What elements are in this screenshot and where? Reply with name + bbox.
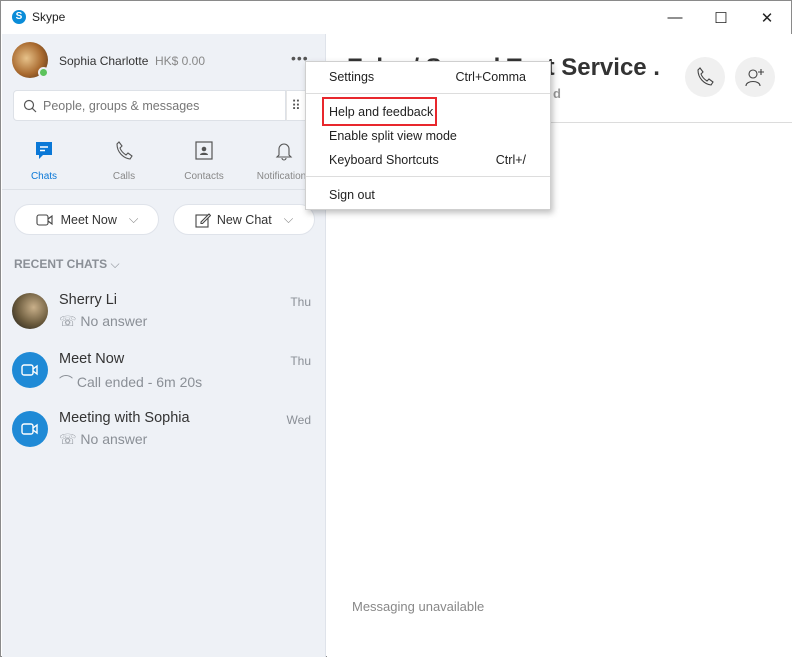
more-options-menu: Settings Ctrl+Comma Help and feedback En… [305, 61, 551, 210]
chat-icon [36, 142, 52, 159]
chat-name: Sherry Li [59, 292, 118, 308]
chat-status: ☏ No answer [59, 431, 147, 448]
menu-item-split-view[interactable]: Enable split view mode [329, 129, 457, 143]
recent-chats-header[interactable]: RECENT CHATS ⌵ [14, 257, 120, 272]
tab-label: Chats [30, 171, 58, 182]
call-button[interactable] [685, 57, 725, 97]
profile-name[interactable]: Sophia Charlotte [59, 54, 148, 68]
chat-status: ⌒ Call ended - 6m 20s [59, 372, 202, 392]
chat-list-item[interactable]: Meeting with Sophia ☏ No answer Wed [2, 410, 326, 470]
search-icon [23, 99, 37, 113]
bell-icon [275, 143, 293, 161]
meeting-avatar [12, 352, 48, 388]
call-ended-icon: ⌒ [59, 374, 73, 390]
chat-date: Thu [290, 295, 311, 309]
skype-credit[interactable]: HK$ 0.00 [155, 54, 205, 68]
menu-item-sign-out[interactable]: Sign out [329, 188, 375, 202]
dialpad-button[interactable]: ⠿ [286, 90, 306, 121]
skype-logo-icon: S [12, 10, 26, 24]
title-bar: S Skype — ☐ ✕ [1, 1, 791, 34]
chevron-down-icon: ⌵ [110, 257, 120, 271]
chat-status: ☏ No answer [59, 313, 147, 330]
phone-icon [697, 67, 714, 86]
chat-list-item[interactable]: Meet Now ⌒ Call ended - 6m 20s Thu [2, 351, 326, 411]
compose-icon [195, 212, 211, 228]
menu-separator [306, 93, 550, 94]
video-camera-icon [36, 213, 53, 226]
tab-chats[interactable]: Chats [4, 141, 84, 182]
chat-status-text: No answer [80, 313, 148, 329]
add-person-icon [745, 69, 764, 87]
chat-date: Thu [290, 354, 311, 368]
phone-icon [116, 141, 133, 160]
missed-call-icon: ☏ [59, 431, 77, 447]
window-title: Skype [32, 10, 66, 24]
contact-avatar [12, 293, 48, 329]
chat-status-text: No answer [80, 431, 148, 447]
menu-item-settings[interactable]: Settings [329, 70, 374, 84]
meet-now-button[interactable]: Meet Now ⌵ [14, 204, 159, 235]
chat-list-item[interactable]: Sherry Li ☏ No answer Thu [2, 292, 326, 352]
search-placeholder: People, groups & messages [43, 99, 200, 113]
chat-name: Meeting with Sophia [59, 410, 190, 426]
keyboard-shortcuts-shortcut: Ctrl+/ [495, 153, 526, 167]
tab-contacts[interactable]: Contacts [164, 141, 244, 182]
chat-status-text: Call ended - 6m 20s [76, 374, 203, 390]
menu-separator [306, 176, 550, 177]
conversation-subtitle: d [553, 86, 561, 101]
close-button[interactable]: ✕ [744, 1, 790, 34]
add-people-button[interactable] [735, 57, 775, 97]
tab-calls[interactable]: Calls [84, 141, 164, 182]
chevron-down-icon: ⌵ [128, 212, 139, 226]
menu-item-help-and-feedback[interactable]: Help and feedback [329, 105, 433, 119]
online-status-icon [38, 67, 49, 78]
divider [2, 189, 326, 190]
minimize-button[interactable]: — [652, 1, 698, 34]
new-chat-label: New Chat [216, 212, 272, 227]
skype-window: S Skype — ☐ ✕ Sophia Charlotte HK$ 0.00 … [0, 0, 792, 657]
messaging-status: Messaging unavailable [352, 599, 485, 614]
new-chat-button[interactable]: New Chat ⌵ [173, 204, 315, 235]
missed-call-icon: ☏ [59, 313, 77, 329]
chat-name: Meet Now [59, 351, 125, 367]
tab-label: Calls [112, 171, 136, 182]
sidebar: Sophia Charlotte HK$ 0.00 ••• People, gr… [2, 34, 326, 657]
chat-date: Wed [286, 413, 311, 427]
tab-label: Contacts [184, 171, 224, 182]
video-camera-icon [21, 364, 38, 376]
meeting-avatar [12, 411, 48, 447]
maximize-button[interactable]: ☐ [698, 1, 744, 34]
contacts-icon [195, 141, 213, 160]
search-input[interactable]: People, groups & messages [13, 90, 286, 121]
meet-now-label: Meet Now [60, 212, 117, 227]
menu-item-keyboard-shortcuts[interactable]: Keyboard Shortcuts [329, 153, 439, 167]
settings-shortcut: Ctrl+Comma [455, 70, 527, 84]
recent-chats-label: RECENT CHATS [14, 257, 108, 271]
video-camera-icon [21, 423, 38, 435]
chevron-down-icon: ⌵ [283, 212, 294, 226]
